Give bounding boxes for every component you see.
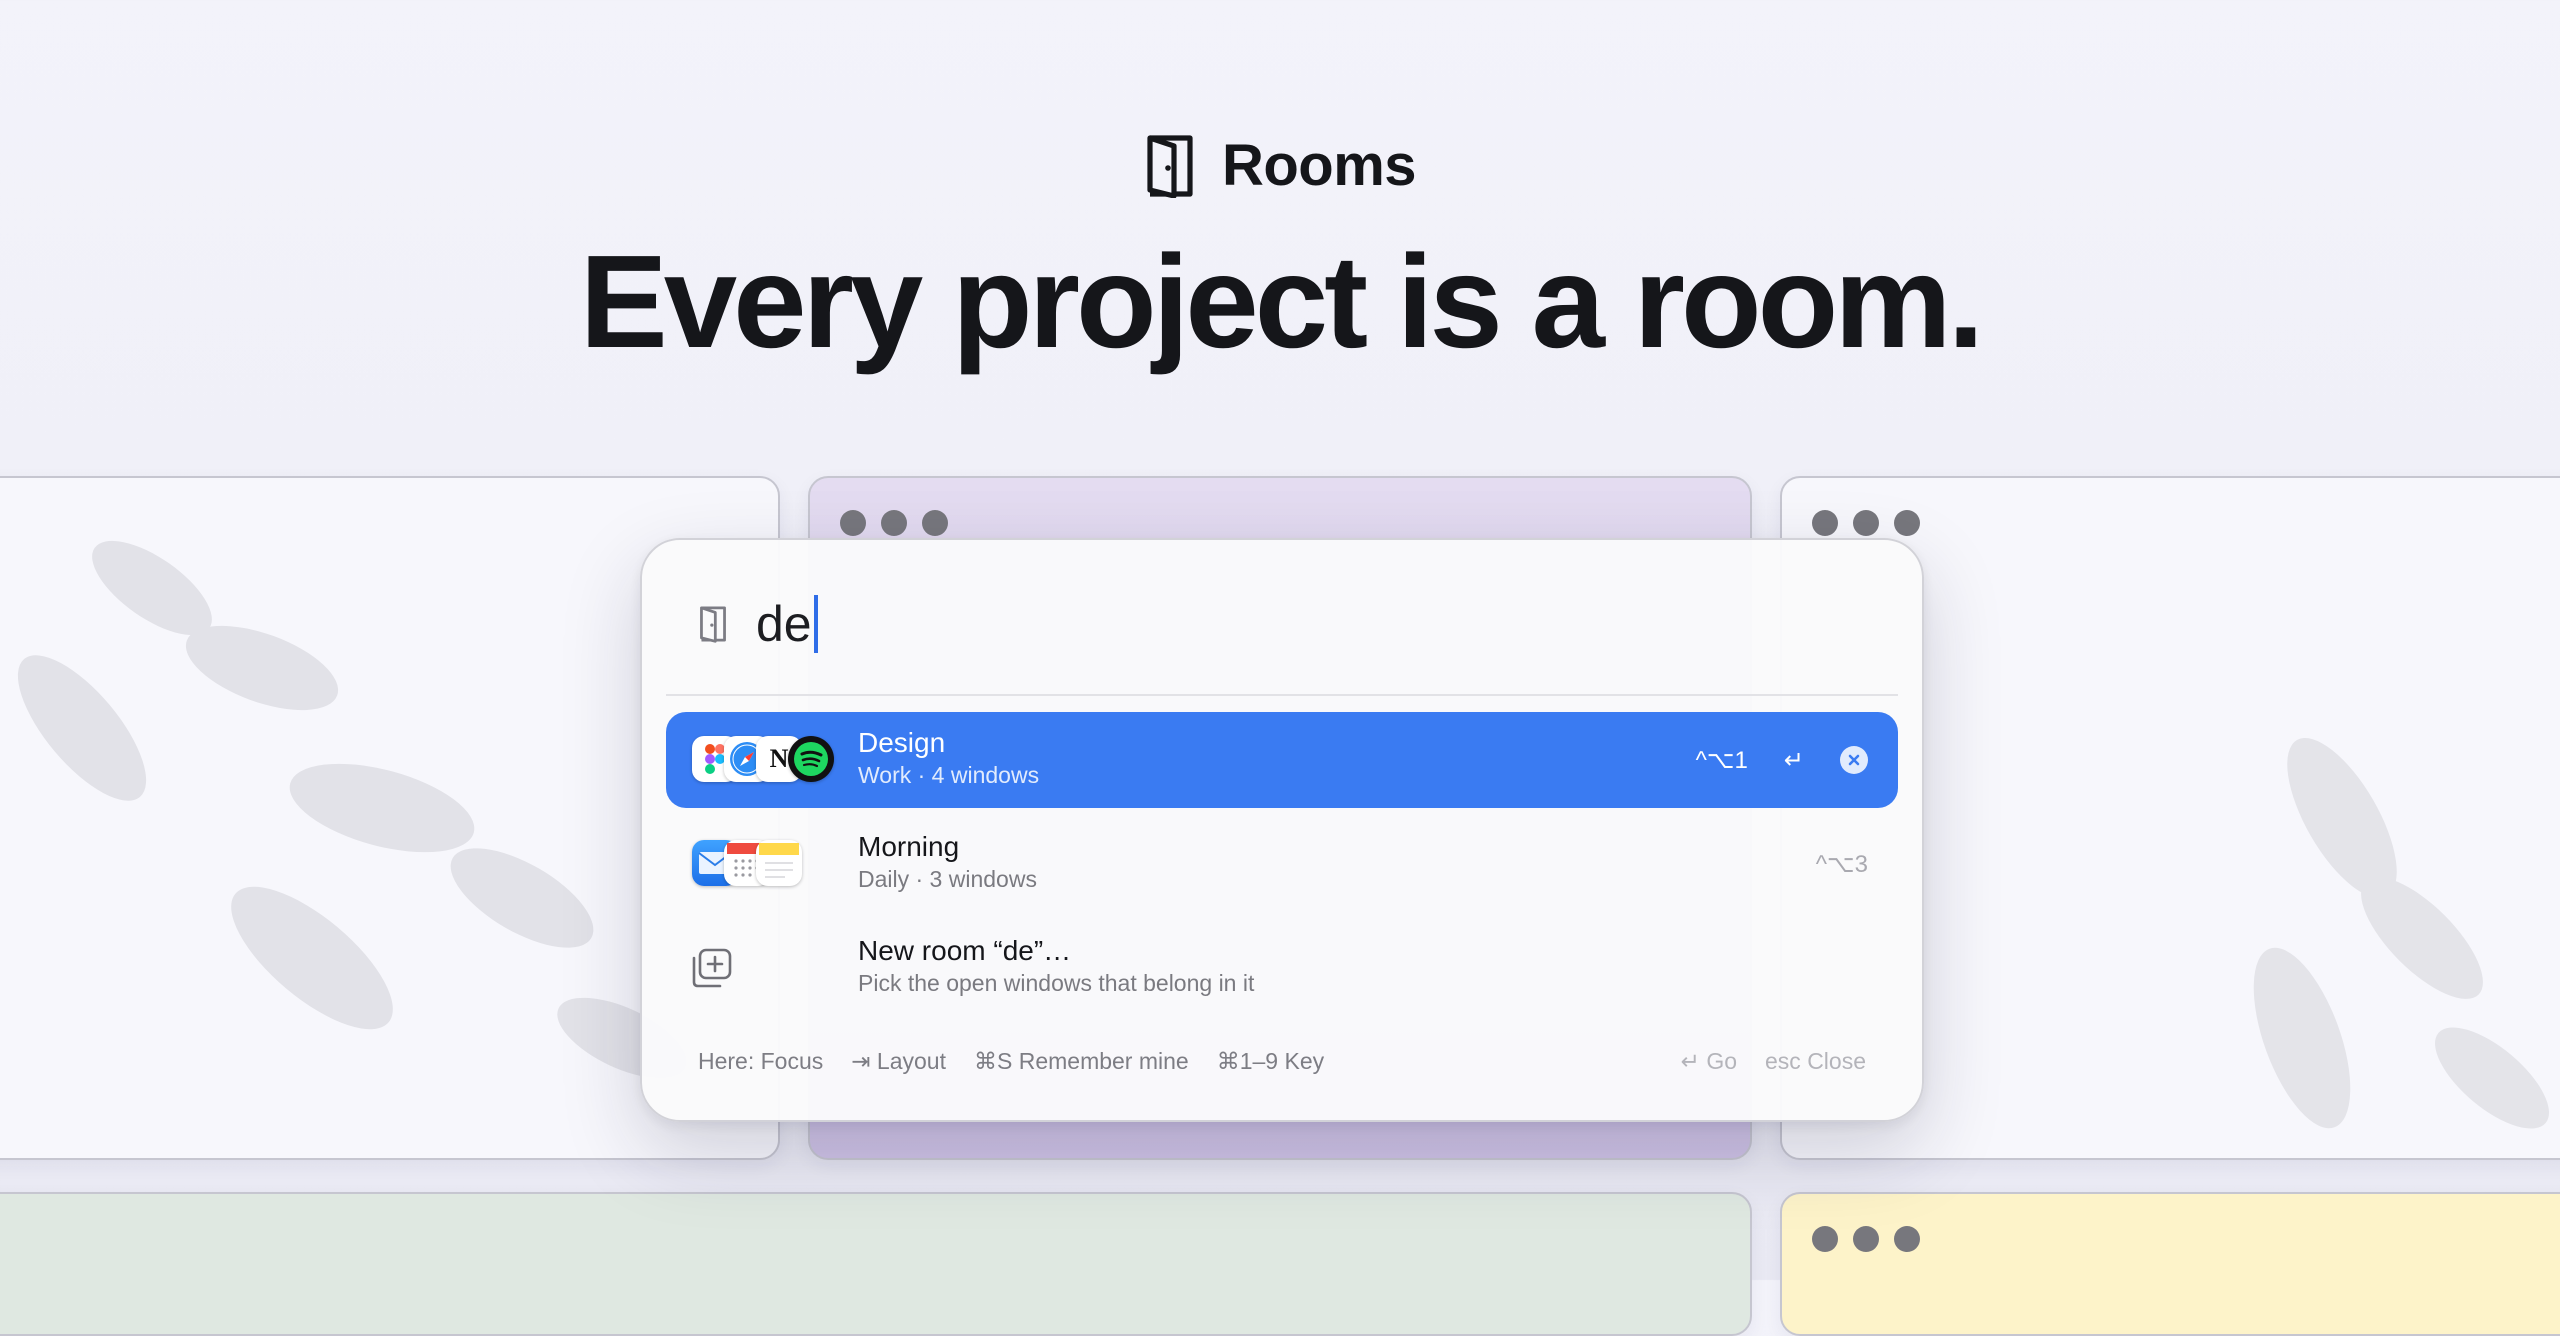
result-subtitle: Pick the open windows that belong in it xyxy=(858,970,1255,996)
enter-hint: ↵ xyxy=(1783,746,1804,774)
brand-name: Rooms xyxy=(1221,133,1417,198)
room-switcher-palette: de N Design Work · 4 windows ^⌥1 ↵ Morni… xyxy=(640,538,1924,1122)
app-icon-stack: N xyxy=(692,736,834,784)
brand: Rooms xyxy=(0,132,2560,199)
result-row-new-room[interactable]: New room “de”… Pick the open windows tha… xyxy=(666,920,1898,1016)
result-row-morning[interactable]: Morning Daily · 3 windows ^⌥3 xyxy=(666,816,1898,912)
room-window-bottom-right[interactable] xyxy=(1780,1192,2560,1336)
shortcut-label: ^⌥1 xyxy=(1695,746,1748,774)
hint-remember[interactable]: ⌘S Remember mine xyxy=(974,1048,1189,1075)
result-title: Morning xyxy=(858,831,960,862)
result-row-design[interactable]: N Design Work · 4 windows ^⌥1 ↵ xyxy=(666,712,1898,808)
search-query: de xyxy=(756,596,812,652)
hint-go[interactable]: ↵ Go xyxy=(1681,1048,1737,1075)
footer-hints-left: Here: Focus ⇥ Layout ⌘S Remember mine ⌘1… xyxy=(698,1048,1324,1075)
door-icon xyxy=(1147,134,1193,198)
door-icon xyxy=(700,606,726,643)
palette-footer: Here: Focus ⇥ Layout ⌘S Remember mine ⌘1… xyxy=(698,1048,1866,1075)
text-caret xyxy=(813,595,818,653)
footer-hints-right: ↵ Go esc Close xyxy=(1681,1048,1866,1075)
result-actions: ^⌥1 ↵ xyxy=(1696,712,1868,808)
search-input[interactable]: de xyxy=(756,595,818,653)
hint-focus[interactable]: Here: Focus xyxy=(698,1048,823,1075)
notes-icon xyxy=(756,840,802,886)
remove-button[interactable] xyxy=(1840,746,1868,774)
shortcut-label: ^⌥3 xyxy=(1815,850,1868,878)
hint-close[interactable]: esc Close xyxy=(1765,1048,1866,1075)
window-controls xyxy=(1812,510,1920,536)
result-text: Design Work · 4 windows xyxy=(858,726,1039,790)
room-window-bottom-left[interactable] xyxy=(0,1192,1752,1336)
divider xyxy=(666,694,1898,696)
result-text: New room “de”… Pick the open windows tha… xyxy=(858,934,1254,998)
close-icon xyxy=(1848,754,1860,766)
hint-key[interactable]: ⌘1–9 Key xyxy=(1217,1048,1324,1075)
result-subtitle: Daily · 3 windows xyxy=(858,866,1037,892)
result-actions: ^⌥3 xyxy=(1816,816,1868,912)
add-window-icon xyxy=(692,948,732,988)
result-title: New room “de”… xyxy=(858,935,1072,966)
result-text: Morning Daily · 3 windows xyxy=(858,830,1037,894)
result-subtitle: Work · 4 windows xyxy=(858,762,1040,788)
result-title: Design xyxy=(858,727,946,758)
search-row[interactable]: de xyxy=(698,588,1882,660)
spotify-icon xyxy=(788,736,834,782)
window-controls xyxy=(1812,1226,1920,1252)
window-controls xyxy=(840,510,948,536)
headline: Every project is a room. xyxy=(579,228,1985,375)
app-icon-stack xyxy=(692,840,832,888)
hint-layout[interactable]: ⇥ Layout xyxy=(851,1048,946,1075)
